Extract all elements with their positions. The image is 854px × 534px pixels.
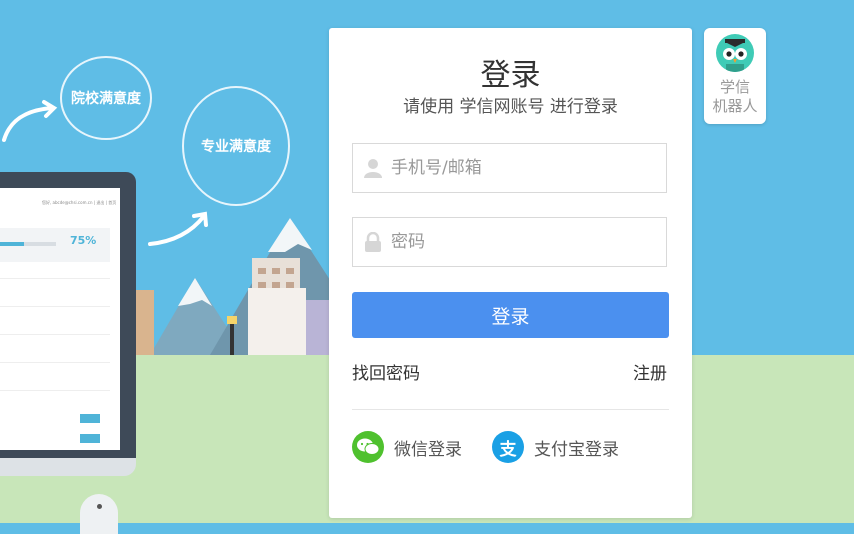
curved-arrow-icon	[2, 100, 58, 142]
laptop-screen: 您好, abcde@chsi.com.cn | 退出 | 首页 75%	[0, 188, 120, 450]
mountains-buildings-illustration	[130, 218, 330, 355]
alipay-login-button[interactable]: 支 支付宝登录	[492, 431, 619, 463]
row-divider	[0, 362, 110, 363]
divider	[352, 409, 669, 410]
progress-fill	[0, 242, 24, 246]
wechat-login-button[interactable]: 微信登录	[352, 431, 462, 463]
forgot-password-link[interactable]: 找回密码	[352, 359, 420, 384]
mouse-dot	[97, 504, 102, 509]
wechat-icon	[352, 431, 384, 463]
chsi-robot-widget[interactable]: 学信 机器人	[704, 28, 766, 124]
password-input[interactable]	[389, 231, 653, 253]
progress-panel: 75%	[0, 228, 110, 262]
register-link[interactable]: 注册	[633, 359, 667, 384]
alipay-login-label: 支付宝登录	[534, 439, 619, 460]
username-input[interactable]	[389, 157, 653, 179]
robot-label: 学信 机器人	[704, 78, 766, 116]
wechat-login-label: 微信登录	[394, 439, 462, 460]
mini-button	[80, 414, 100, 423]
laptop-screen-frame: 您好, abcde@chsi.com.cn | 退出 | 首页 75%	[0, 172, 136, 458]
school-satisfaction-bubble: 院校满意度	[60, 56, 152, 140]
user-icon	[363, 158, 383, 178]
row-divider	[0, 306, 110, 307]
laptop-illustration: 您好, abcde@chsi.com.cn | 退出 | 首页 75%	[0, 172, 136, 476]
login-button[interactable]: 登录	[352, 292, 669, 338]
robot-label-line1: 学信	[719, 78, 750, 96]
progress-percent: 75%	[70, 234, 97, 247]
password-field[interactable]	[352, 217, 667, 267]
login-card: 登录 请使用 学信网账号 进行登录 登录 找回密码 注册 微信登录 支 支付宝登…	[329, 28, 692, 518]
alipay-icon: 支	[492, 431, 524, 463]
login-subtitle: 请使用 学信网账号 进行登录	[403, 97, 618, 117]
progress-track	[0, 242, 56, 246]
row-divider	[0, 278, 110, 279]
mouse-illustration	[80, 494, 118, 534]
row-divider	[0, 334, 110, 335]
row-divider	[0, 390, 110, 391]
major-satisfaction-bubble: 专业满意度	[182, 86, 290, 206]
alipay-glyph: 支	[499, 439, 517, 460]
laptop-base	[0, 458, 136, 476]
owl-avatar-icon	[716, 34, 754, 72]
username-field[interactable]	[352, 143, 667, 193]
login-title: 登录	[480, 58, 541, 93]
robot-label-line2: 机器人	[712, 97, 758, 115]
laptop-screen-header: 您好, abcde@chsi.com.cn | 退出 | 首页	[42, 200, 117, 205]
mini-button	[80, 434, 100, 443]
lock-icon	[363, 232, 383, 252]
